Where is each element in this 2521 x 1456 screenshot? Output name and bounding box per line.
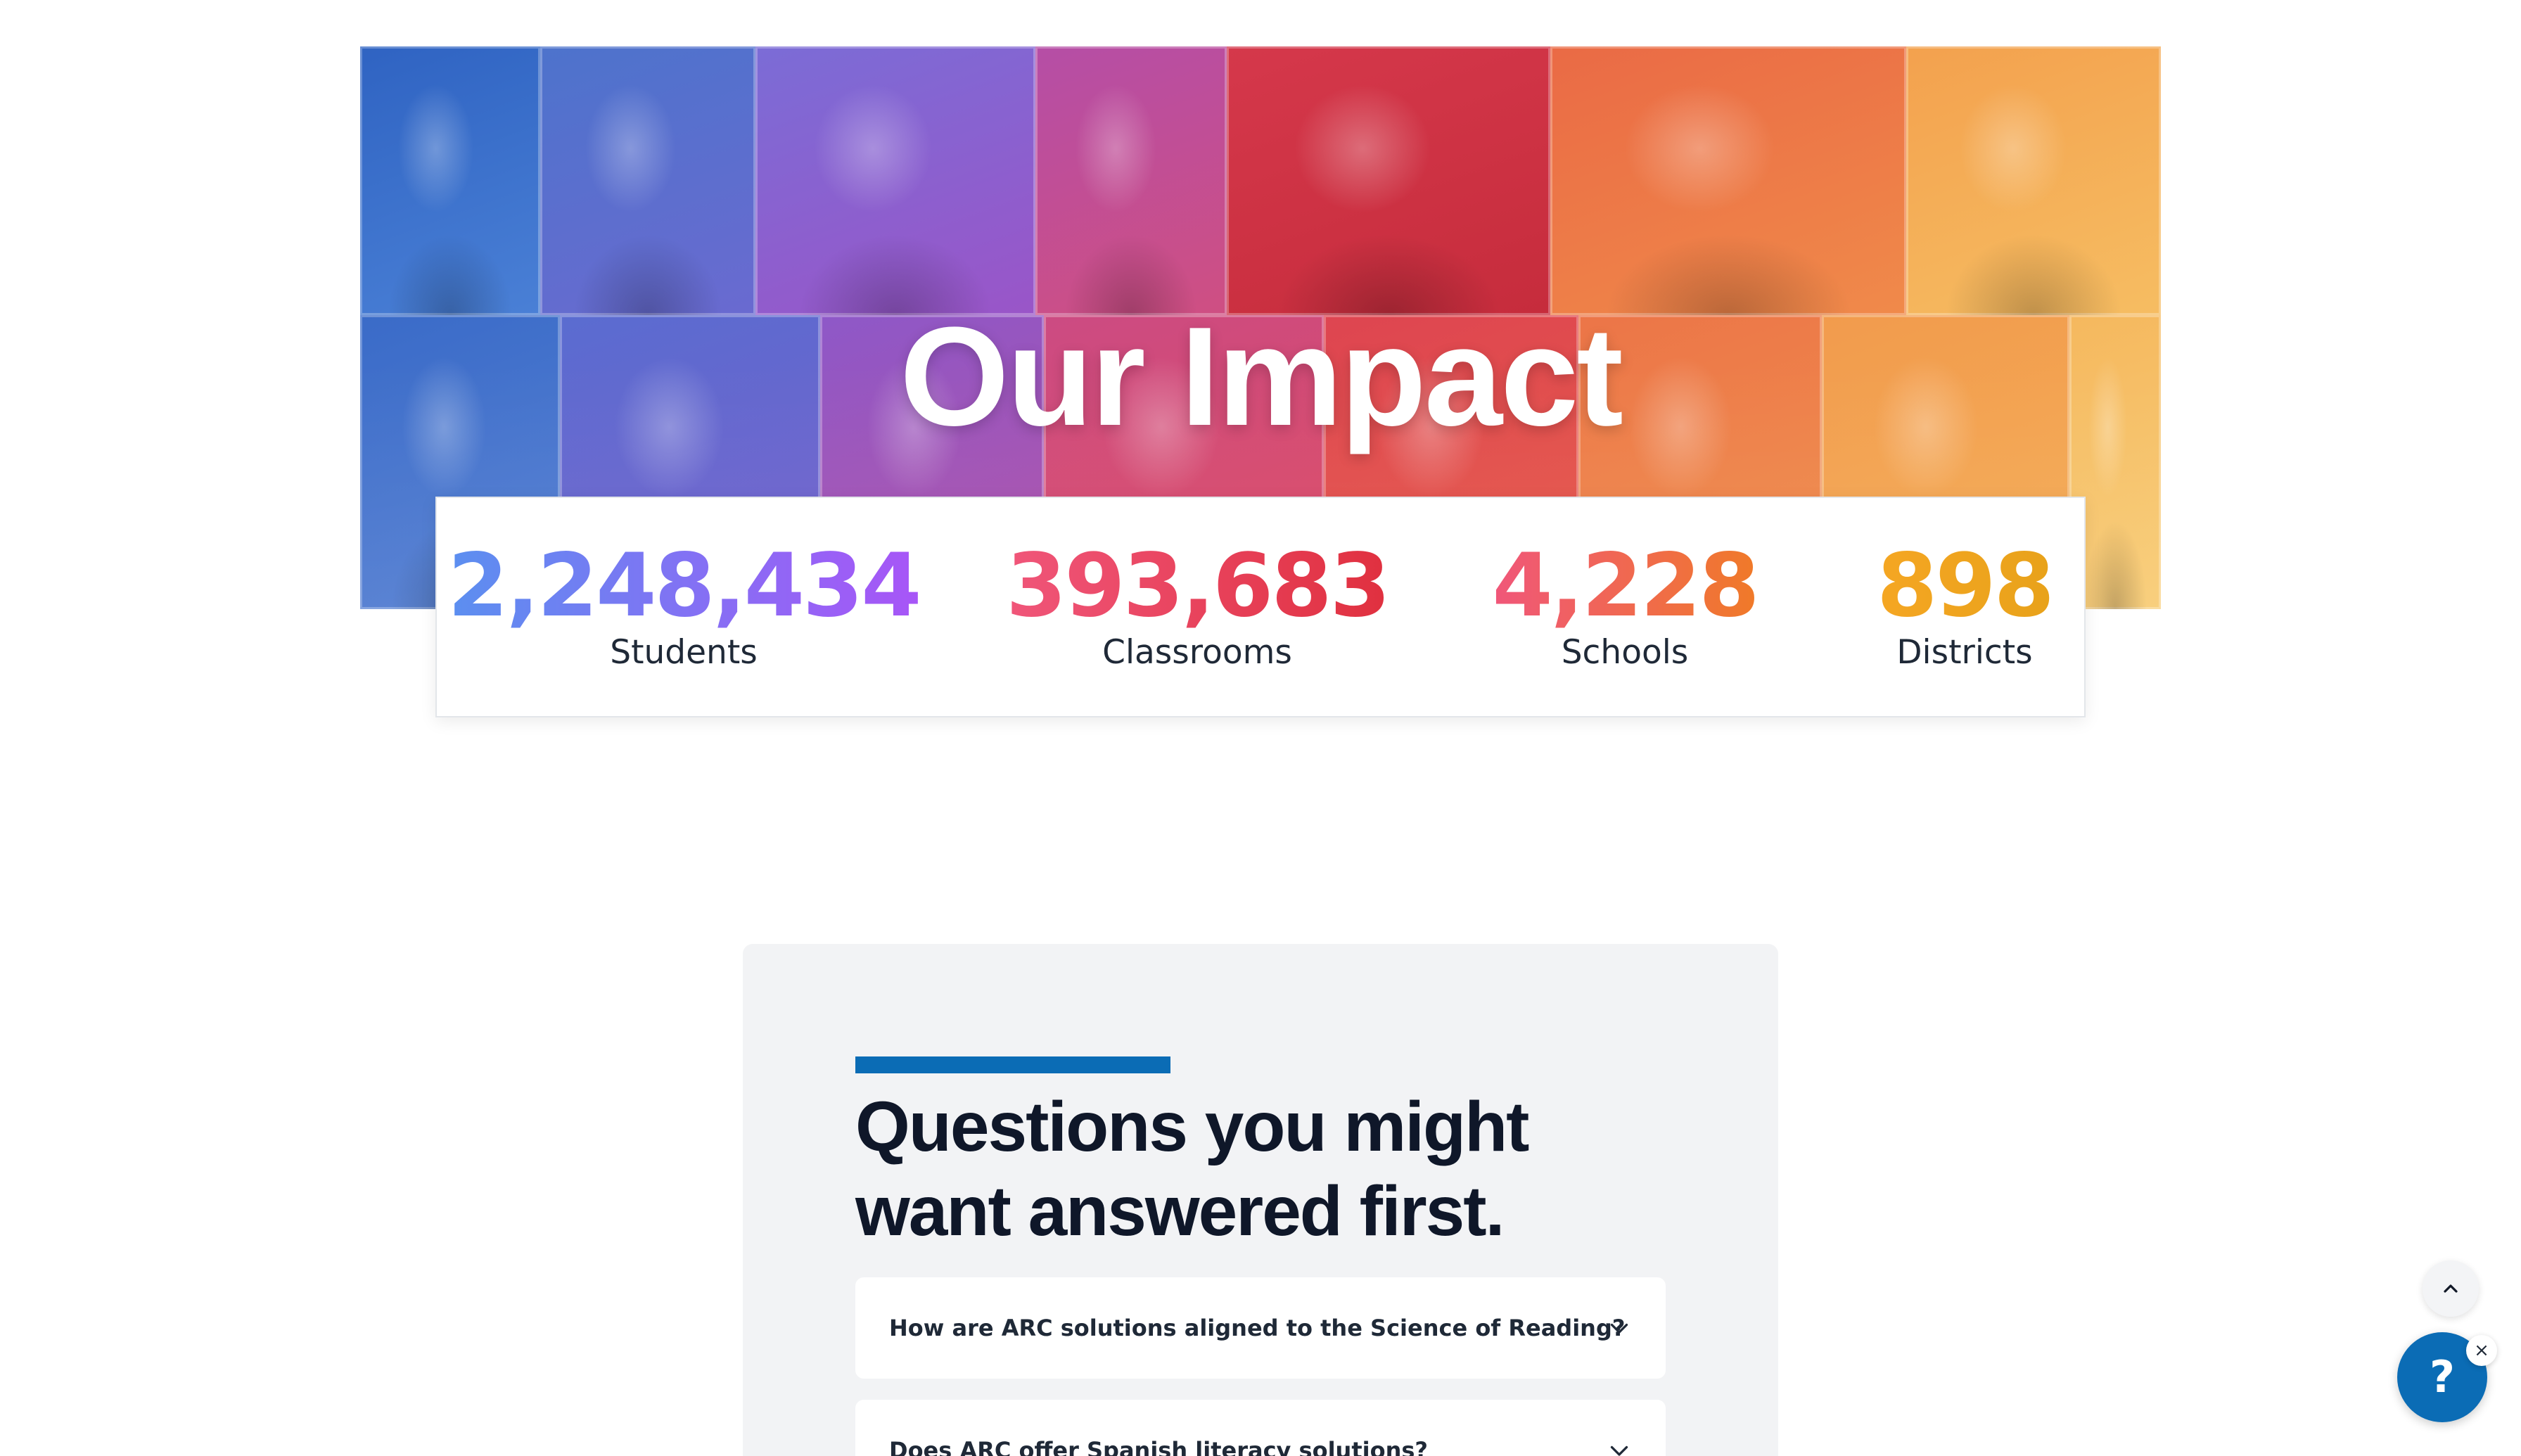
- chevron-down-icon: [1610, 1445, 1628, 1456]
- faq-question: How are ARC solutions aligned to the Sci…: [889, 1315, 1626, 1341]
- faq-item[interactable]: Does ARC offer Spanish literacy solution…: [855, 1400, 1666, 1456]
- close-help-button[interactable]: ×: [2466, 1335, 2497, 1366]
- stat-value: 393,683: [1006, 535, 1391, 637]
- scroll-to-top-button[interactable]: [2423, 1260, 2479, 1317]
- faq-question: Does ARC offer Spanish literacy solution…: [889, 1437, 1428, 1456]
- stat-label: Districts: [1896, 633, 2033, 672]
- faq-heading: Questions you might want answered first.: [855, 1087, 1529, 1251]
- heading-accent-bar: [855, 1056, 1170, 1073]
- stat-districts: 898 Districts: [1877, 535, 2055, 672]
- stat-value: 2,248,434: [447, 535, 921, 637]
- page: Our Impact 2,248,434 Students 393,683 Cl…: [0, 0, 2521, 1456]
- stat-students: 2,248,434 Students: [447, 535, 921, 672]
- stat-classrooms: 393,683 Classrooms: [1006, 535, 1391, 672]
- stat-label: Students: [610, 633, 758, 672]
- stat-label: Classrooms: [1102, 633, 1292, 672]
- stat-value: 898: [1877, 535, 2055, 637]
- hero-title: Our Impact: [900, 298, 1623, 455]
- stat-value: 4,228: [1492, 535, 1759, 637]
- chevron-up-icon: [2444, 1284, 2458, 1293]
- chevron-down-icon: [1610, 1323, 1628, 1334]
- faq-section: Questions you might want answered first.…: [743, 944, 1778, 1456]
- faq-item[interactable]: How are ARC solutions aligned to the Sci…: [855, 1277, 1666, 1379]
- stat-label: Schools: [1561, 633, 1689, 672]
- stat-schools: 4,228 Schools: [1492, 535, 1759, 672]
- impact-stats-card: 2,248,434 Students 393,683 Classrooms 4,…: [435, 497, 2086, 717]
